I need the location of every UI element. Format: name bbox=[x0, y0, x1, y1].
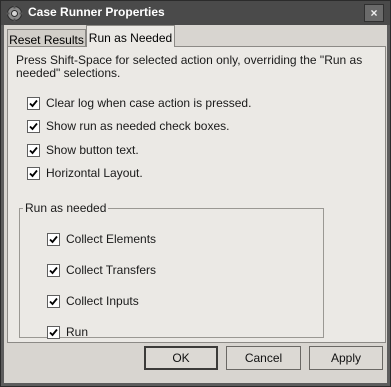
collect-transfers-label: Collect Transfers bbox=[66, 263, 157, 277]
collect-inputs-checkbox[interactable] bbox=[47, 294, 60, 308]
show-button-text-checkbox[interactable] bbox=[27, 143, 40, 157]
clear-log-label: Clear log when case action is pressed. bbox=[46, 96, 252, 110]
checkmark-icon bbox=[29, 122, 38, 130]
checkmark-icon bbox=[49, 235, 58, 243]
apply-button[interactable]: Apply bbox=[309, 346, 383, 370]
checkmark-icon bbox=[29, 146, 38, 154]
checkmark-icon bbox=[49, 328, 58, 336]
tab-reset-results[interactable]: Reset Results bbox=[7, 29, 86, 47]
run-as-needed-collect-elements[interactable]: Collect Elements bbox=[47, 232, 156, 246]
checkmark-icon bbox=[49, 266, 58, 274]
option-clear-log[interactable]: Clear log when case action is pressed. bbox=[27, 96, 251, 110]
checkmark-icon bbox=[29, 99, 38, 107]
app-gear-icon bbox=[6, 5, 23, 22]
collect-elements-label: Collect Elements bbox=[66, 232, 157, 246]
horizontal-layout-label: Horizontal Layout. bbox=[46, 166, 143, 180]
tab-panel-run-as-needed: Press Shift-Space for selected action on… bbox=[7, 46, 386, 343]
option-show-run-as-needed[interactable]: Show run as needed check boxes. bbox=[27, 119, 229, 133]
title-bar[interactable]: Case Runner Properties × bbox=[1, 1, 390, 25]
run-as-needed-run[interactable]: Run bbox=[47, 325, 88, 339]
properties-dialog: Case Runner Properties × Reset Results R… bbox=[0, 0, 391, 387]
horizontal-layout-checkbox[interactable] bbox=[27, 166, 40, 180]
ok-button[interactable]: OK bbox=[144, 346, 218, 370]
close-icon: × bbox=[370, 6, 378, 20]
collect-transfers-checkbox[interactable] bbox=[47, 263, 60, 277]
run-as-needed-collect-inputs[interactable]: Collect Inputs bbox=[47, 294, 139, 308]
cancel-button[interactable]: Cancel bbox=[226, 346, 301, 370]
run-checkbox[interactable] bbox=[47, 325, 60, 339]
checkmark-icon bbox=[29, 169, 38, 177]
show-run-as-needed-checkbox[interactable] bbox=[27, 119, 40, 133]
show-run-as-needed-label: Show run as needed check boxes. bbox=[46, 119, 230, 133]
run-as-needed-group-legend: Run as needed bbox=[23, 201, 109, 215]
option-show-button-text[interactable]: Show button text. bbox=[27, 143, 139, 157]
option-horizontal-layout[interactable]: Horizontal Layout. bbox=[27, 166, 143, 180]
show-button-text-label: Show button text. bbox=[46, 143, 139, 157]
clear-log-checkbox[interactable] bbox=[27, 96, 40, 110]
run-as-needed-collect-transfers[interactable]: Collect Transfers bbox=[47, 263, 156, 277]
checkmark-icon bbox=[49, 297, 58, 305]
run-label: Run bbox=[66, 325, 89, 339]
dialog-client-area: Reset Results Run as Needed Press Shift-… bbox=[4, 25, 387, 383]
collect-inputs-label: Collect Inputs bbox=[66, 294, 139, 308]
tab-run-as-needed[interactable]: Run as Needed bbox=[86, 25, 175, 47]
close-button[interactable]: × bbox=[364, 4, 384, 22]
window-title: Case Runner Properties bbox=[28, 5, 165, 19]
collect-elements-checkbox[interactable] bbox=[47, 232, 60, 246]
run-as-needed-group: Run as needed Collect Elements Collect T… bbox=[19, 201, 324, 339]
shift-space-note: Press Shift-Space for selected action on… bbox=[16, 53, 363, 80]
